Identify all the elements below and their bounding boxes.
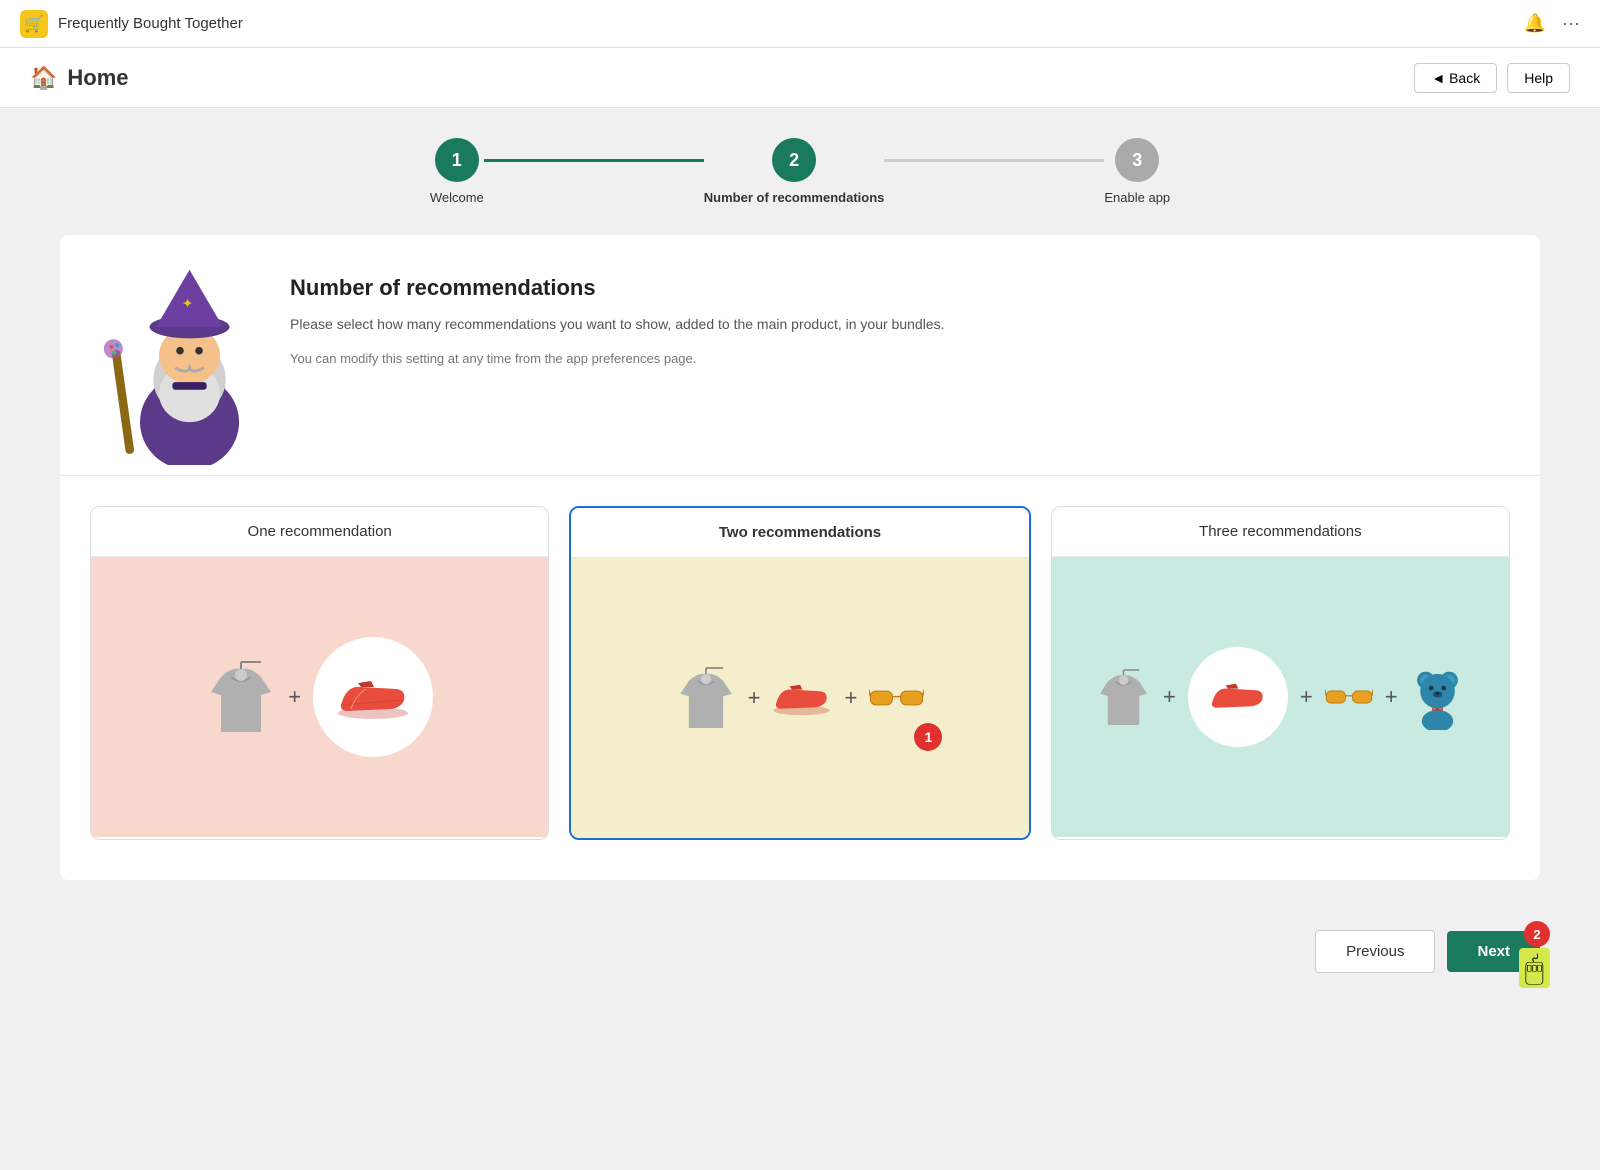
cards-wrapper: ✦ Number of recommendations Please selec…: [60, 235, 1540, 880]
topbar-left: 🛒 Frequently Bought Together: [20, 10, 243, 38]
info-description: Please select how many recommendations y…: [290, 313, 1500, 335]
rec-card-one-body: +: [91, 557, 548, 837]
rec-card-two-header: Two recommendations: [571, 508, 1028, 558]
product-shoe-2: [772, 679, 832, 717]
app-title: Frequently Bought Together: [58, 15, 243, 32]
topbar: 🛒 Frequently Bought Together 🔔 ···: [0, 0, 1600, 48]
step-container: 1 Welcome 2 Number of recommendations 3 …: [430, 138, 1170, 205]
more-icon[interactable]: ···: [1562, 13, 1580, 34]
step-circle-3: 3: [1115, 138, 1159, 182]
rec-card-one-header: One recommendation: [91, 507, 548, 557]
selected-badge: 1: [914, 723, 942, 751]
shoe-circle-1: [313, 637, 433, 757]
info-note: You can modify this setting at any time …: [290, 351, 1500, 366]
product-glasses-2: [869, 683, 924, 713]
info-title: Number of recommendations: [290, 275, 1500, 301]
step-circle-2: 2: [772, 138, 816, 182]
svg-text:✦: ✦: [182, 296, 193, 311]
rec-card-three-header: Three recommendations: [1052, 507, 1509, 557]
step-label-3: Enable app: [1104, 190, 1170, 205]
step-1: 1 Welcome: [430, 138, 484, 205]
plus-2a: +: [748, 685, 761, 711]
stepper: 1 Welcome 2 Number of recommendations 3 …: [60, 138, 1540, 205]
app-icon: 🛒: [20, 10, 48, 38]
rec-card-two-body: + +: [571, 558, 1028, 838]
info-section: ✦ Number of recommendations Please selec…: [60, 235, 1540, 476]
wizard-illustration: ✦: [100, 265, 260, 445]
plus-3c: +: [1385, 684, 1398, 710]
info-text: Number of recommendations Please select …: [290, 265, 1500, 366]
next-badge: 2: [1524, 921, 1550, 947]
rec-items-one: +: [206, 637, 433, 757]
step-label-1: Welcome: [430, 190, 484, 205]
step-2: 2 Number of recommendations: [704, 138, 885, 205]
home-header: 🏠 Home ◄ Back Help: [0, 48, 1600, 108]
home-nav: 🏠 Home: [30, 65, 129, 91]
rec-items-two: + +: [676, 663, 925, 733]
help-button[interactable]: Help: [1507, 63, 1570, 93]
footer: Previous Next 2 🖱: [0, 910, 1600, 993]
step-line-1: [484, 159, 704, 162]
rec-card-three-body: + +: [1052, 557, 1509, 837]
back-button[interactable]: ◄ Back: [1414, 63, 1497, 93]
cursor-hint: 🖱: [1519, 948, 1550, 988]
product-hoodie-2: [676, 663, 736, 733]
plus-3b: +: [1300, 684, 1313, 710]
step-3: 3 Enable app: [1104, 138, 1170, 205]
rec-card-two[interactable]: Two recommendations: [569, 506, 1030, 840]
previous-button[interactable]: Previous: [1315, 930, 1435, 973]
step-label-2: Number of recommendations: [704, 190, 885, 205]
rec-card-three[interactable]: Three recommendations: [1051, 506, 1510, 840]
step-line-2: [884, 159, 1104, 162]
product-hoodie-3: [1096, 665, 1151, 730]
rec-section: One recommendation: [60, 476, 1540, 880]
home-actions: ◄ Back Help: [1414, 63, 1570, 93]
bell-icon[interactable]: 🔔: [1524, 13, 1546, 34]
plus-2b: +: [844, 685, 857, 711]
plus-1: +: [288, 684, 301, 710]
step-circle-1: 1: [435, 138, 479, 182]
main-content: 1 Welcome 2 Number of recommendations 3 …: [0, 108, 1600, 910]
product-glasses-3: [1325, 684, 1373, 710]
plus-3a: +: [1163, 684, 1176, 710]
topbar-right: 🔔 ···: [1524, 13, 1580, 34]
rec-card-one[interactable]: One recommendation: [90, 506, 549, 840]
shoe-circle-3: [1188, 647, 1288, 747]
page-title: Home: [67, 65, 128, 91]
rec-items-three: + +: [1096, 647, 1465, 747]
home-icon: 🏠: [30, 65, 57, 91]
product-bear-3: [1410, 665, 1465, 730]
product-hoodie-1: [206, 657, 276, 737]
